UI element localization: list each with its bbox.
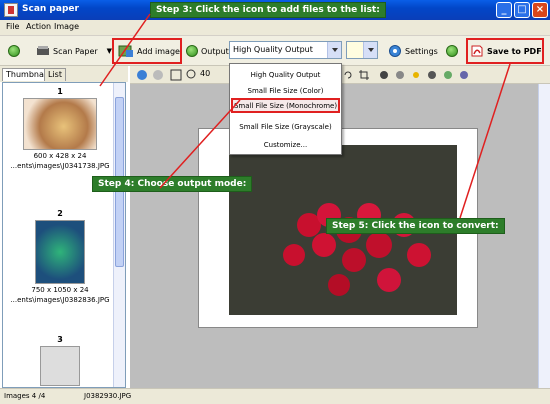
status-file: J0382930.JPG (84, 392, 132, 400)
callout-arrows (99, 13, 511, 219)
status-bar: Images 4 /4 J0382930.JPG (0, 388, 550, 404)
step-3-arrow (99, 13, 151, 87)
step-4-arrow (159, 99, 241, 189)
step-5-arrow (459, 63, 511, 219)
status-images: Images 4 /4 (4, 392, 46, 400)
